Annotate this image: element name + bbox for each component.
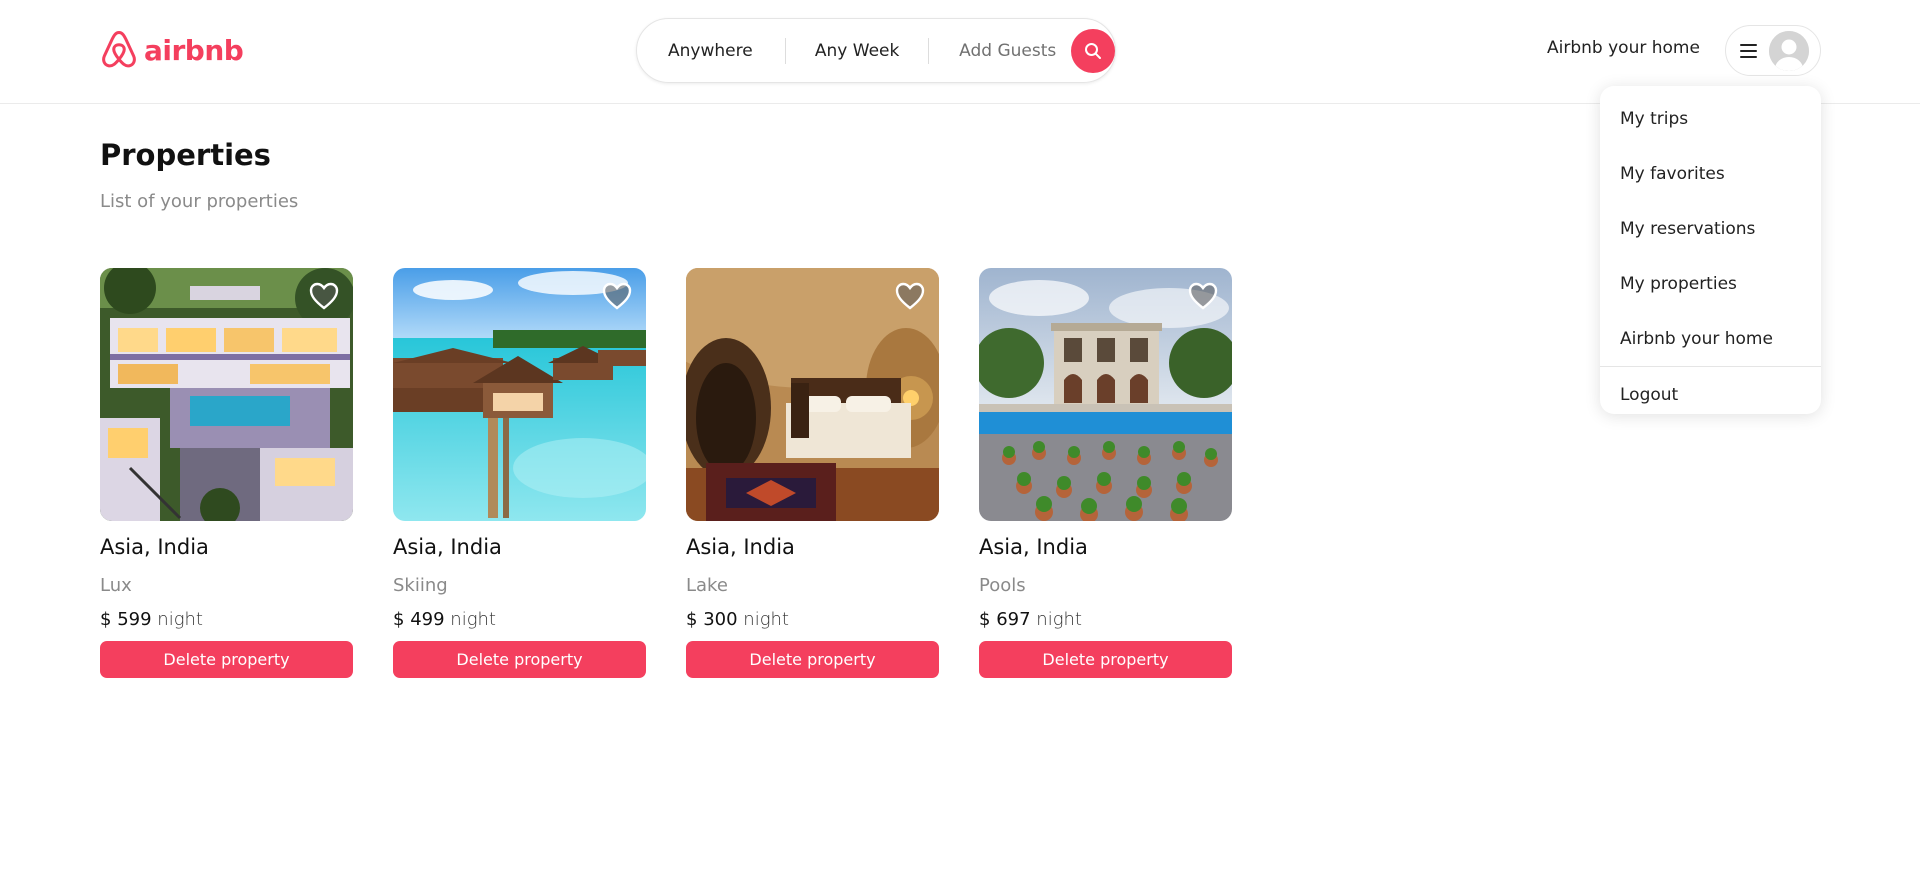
listing-price: $ 599 night — [100, 609, 353, 630]
page-subtitle: List of your properties — [100, 191, 299, 212]
price-unit: night — [1036, 609, 1082, 630]
listing-card[interactable]: Asia, India Skiing $ 499 night Delete pr… — [393, 268, 646, 678]
page-title: Properties — [100, 138, 271, 172]
listing-category: Skiing — [393, 575, 448, 596]
listing-image[interactable] — [100, 268, 353, 521]
listing-card[interactable]: Asia, India Lake $ 300 night Delete prop… — [686, 268, 939, 678]
listing-image[interactable] — [393, 268, 646, 521]
favorite-heart-icon[interactable] — [602, 282, 632, 310]
user-menu-button[interactable] — [1725, 25, 1821, 76]
price-currency: $ — [979, 609, 991, 630]
delete-property-button[interactable]: Delete property — [686, 641, 939, 678]
price-amount: 599 — [117, 609, 152, 630]
menu-item-airbnb-your-home[interactable]: Airbnb your home — [1600, 311, 1821, 366]
search-where[interactable]: Anywhere — [668, 41, 785, 61]
airbnb-logo[interactable]: airbnb — [100, 29, 244, 71]
price-currency: $ — [100, 609, 112, 630]
listing-location: Asia, India — [686, 535, 795, 559]
price-unit: night — [157, 609, 203, 630]
delete-property-button[interactable]: Delete property — [393, 641, 646, 678]
user-dropdown-menu: My trips My favorites My reservations My… — [1600, 86, 1821, 414]
avatar — [1769, 30, 1809, 71]
delete-property-button[interactable]: Delete property — [979, 641, 1232, 678]
hamburger-icon — [1740, 43, 1757, 58]
listing-price: $ 300 night — [686, 609, 939, 630]
search-bar[interactable]: Anywhere Any Week Add Guests — [636, 18, 1116, 83]
listing-category: Lake — [686, 575, 728, 596]
price-currency: $ — [686, 609, 698, 630]
price-amount: 300 — [703, 609, 738, 630]
listing-location: Asia, India — [393, 535, 502, 559]
search-when[interactable]: Any Week — [786, 41, 928, 61]
host-link[interactable]: Airbnb your home — [1547, 38, 1700, 58]
delete-property-button[interactable]: Delete property — [100, 641, 353, 678]
listing-location: Asia, India — [979, 535, 1088, 559]
menu-item-logout[interactable]: Logout — [1600, 367, 1821, 414]
favorite-heart-icon[interactable] — [309, 282, 339, 310]
price-currency: $ — [393, 609, 405, 630]
airbnb-logo-icon — [102, 30, 136, 68]
listing-image[interactable] — [686, 268, 939, 521]
listing-card[interactable]: Asia, India Pools $ 697 night Delete pro… — [979, 268, 1232, 678]
listing-price: $ 697 night — [979, 609, 1232, 630]
listing-image[interactable] — [979, 268, 1232, 521]
favorite-heart-icon[interactable] — [1188, 282, 1218, 310]
listing-category: Lux — [100, 575, 132, 596]
search-guests[interactable]: Add Guests — [929, 41, 1067, 61]
menu-item-my-trips[interactable]: My trips — [1600, 91, 1821, 146]
brand-wordmark: airbnb — [144, 33, 244, 67]
price-unit: night — [743, 609, 789, 630]
favorite-heart-icon[interactable] — [895, 282, 925, 310]
listing-price: $ 499 night — [393, 609, 646, 630]
listing-card[interactable]: Asia, India Lux $ 599 night Delete prope… — [100, 268, 353, 678]
price-unit: night — [450, 609, 496, 630]
search-icon — [1085, 42, 1102, 59]
avatar-icon — [1769, 30, 1809, 71]
search-button[interactable] — [1071, 28, 1116, 73]
listings-grid: Asia, India Lux $ 599 night Delete prope… — [100, 268, 1232, 678]
price-amount: 499 — [410, 609, 445, 630]
menu-item-my-properties[interactable]: My properties — [1600, 256, 1821, 311]
menu-item-my-favorites[interactable]: My favorites — [1600, 146, 1821, 201]
menu-item-my-reservations[interactable]: My reservations — [1600, 201, 1821, 256]
listing-location: Asia, India — [100, 535, 209, 559]
price-amount: 697 — [996, 609, 1031, 630]
listing-category: Pools — [979, 575, 1026, 596]
